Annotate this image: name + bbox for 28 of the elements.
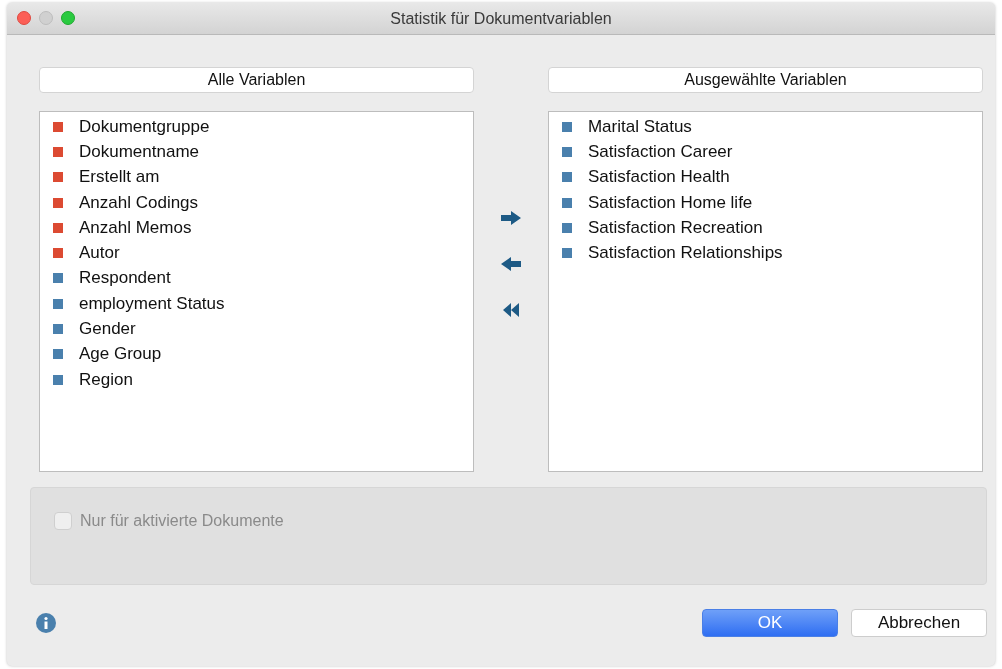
variable-item[interactable]: Respondent	[79, 268, 171, 289]
column-header: Ausgewählte Variablen	[547, 67, 983, 93]
arrow-left-icon[interactable]	[500, 256, 522, 272]
info-icon[interactable]	[36, 613, 56, 633]
variable-item[interactable]: Satisfaction Home life	[587, 192, 753, 213]
variable-item[interactable]: Gender	[79, 319, 136, 339]
close-button[interactable]	[17, 11, 31, 25]
variable-item[interactable]: employment Status	[79, 293, 225, 314]
arrow-right-icon[interactable]	[500, 210, 522, 226]
variable-item[interactable]: Anzahl Codings	[79, 192, 199, 213]
variable-item[interactable]: Marital Status	[587, 116, 692, 137]
variable-item[interactable]: Satisfaction Recreation	[587, 217, 763, 238]
window-title: Statistik für Dokumentvariablen	[390, 9, 612, 28]
double-arrow-left-icon[interactable]	[502, 302, 520, 318]
variable-item[interactable]: Erstellt am	[79, 167, 160, 188]
variable-item[interactable]: Age Group	[79, 344, 162, 365]
variable-item[interactable]: Autor	[79, 243, 120, 264]
variable-item[interactable]: Satisfaction Career	[587, 141, 733, 162]
checkbox-label: Nur für aktivierte Dokumente	[80, 512, 284, 530]
variable-item[interactable]: Dokumentname	[79, 141, 199, 162]
column-header: Alle Variablen	[39, 67, 475, 93]
variable-item[interactable]: Satisfaction Health	[587, 167, 730, 188]
zoom-button[interactable]	[61, 11, 75, 25]
variable-item[interactable]: Anzahl Memos	[79, 217, 192, 238]
variable-item[interactable]: Dokumentgruppe	[79, 116, 210, 137]
dialog-button[interactable]: Abbrechen	[851, 609, 987, 637]
variable-item[interactable]: Region	[79, 369, 133, 390]
variable-item[interactable]: Satisfaction Relationships	[587, 243, 783, 264]
